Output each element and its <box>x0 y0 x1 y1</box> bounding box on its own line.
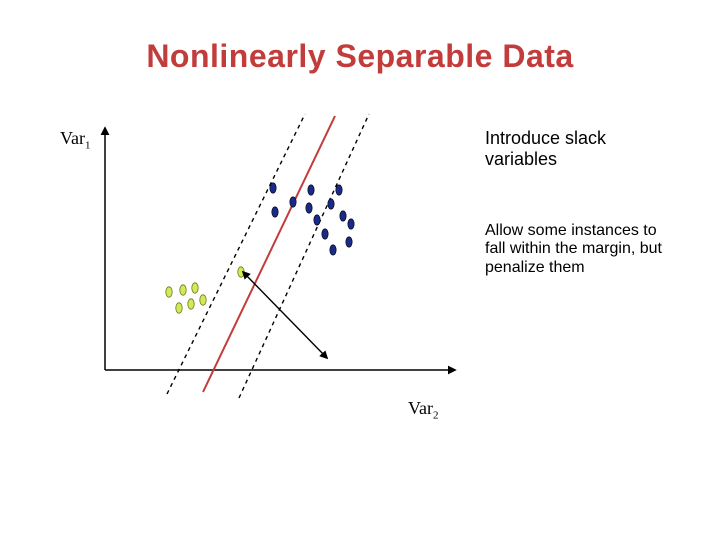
point-class-a-9 <box>348 219 354 229</box>
point-class-a-4 <box>328 199 334 209</box>
point-class-b-2 <box>180 285 186 295</box>
x-axis-label-base: Var <box>408 398 433 418</box>
point-class-b-5 <box>200 295 206 305</box>
y-axis-label: Var1 <box>60 128 91 152</box>
point-class-a-6 <box>340 211 346 221</box>
scatter-plot-svg <box>95 120 465 400</box>
point-class-a-11 <box>270 183 276 193</box>
point-class-a-5 <box>336 185 342 195</box>
x-axis-label: Var2 <box>408 398 439 422</box>
slack-arrow <box>243 272 327 358</box>
slide-title: Nonlinearly Separable Data <box>0 38 720 75</box>
margin-line-2 <box>239 114 369 398</box>
point-class-a-7 <box>322 229 328 239</box>
point-class-a-8 <box>330 245 336 255</box>
margin-line-1 <box>167 114 305 394</box>
point-class-a-1 <box>308 185 314 195</box>
point-class-a-3 <box>314 215 320 225</box>
point-class-b-1 <box>176 303 182 313</box>
point-class-b-3 <box>188 299 194 309</box>
x-axis-label-sub: 2 <box>433 410 439 422</box>
point-class-a-0 <box>290 197 296 207</box>
plot-area <box>95 120 465 400</box>
point-class-b-0 <box>166 287 172 297</box>
y-axis-label-sub: 1 <box>85 140 91 152</box>
point-class-a-10 <box>346 237 352 247</box>
point-class-a-12 <box>272 207 278 217</box>
point-class-b-4 <box>192 283 198 293</box>
slide: Nonlinearly Separable Data Var1 Var2 Int… <box>0 0 720 540</box>
point-class-a-2 <box>306 203 312 213</box>
note-slack-variables: Introduce slack variables <box>485 128 655 169</box>
note-margin-penalty: Allow some instances to fall within the … <box>485 222 675 277</box>
hyperplane <box>203 116 335 392</box>
y-axis-label-base: Var <box>60 128 85 148</box>
